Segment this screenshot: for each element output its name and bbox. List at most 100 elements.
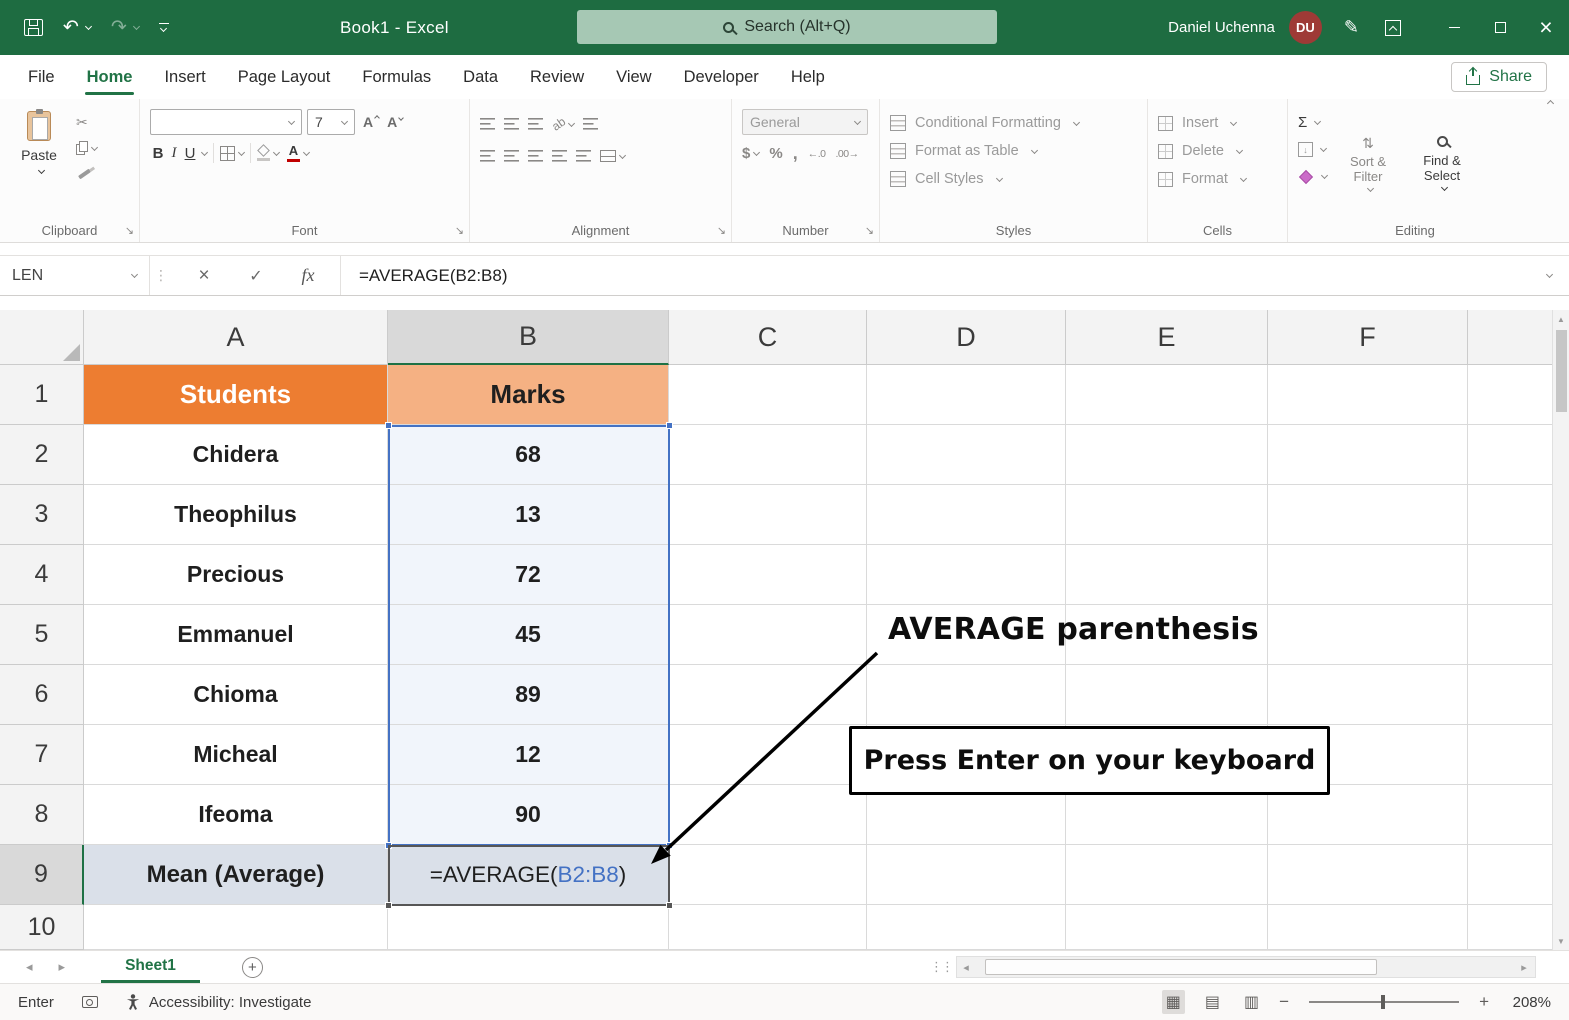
cell-d5[interactable] bbox=[867, 605, 1066, 665]
cell-g5[interactable] bbox=[1468, 605, 1552, 665]
cell-g7[interactable] bbox=[1468, 725, 1552, 785]
cell-b1-marks-header[interactable]: Marks bbox=[388, 365, 669, 425]
vertical-scroll-thumb[interactable] bbox=[1556, 330, 1567, 412]
cell-f5[interactable] bbox=[1268, 605, 1468, 665]
zoom-in-button[interactable]: + bbox=[1479, 992, 1489, 1012]
cell-e9[interactable] bbox=[1066, 845, 1268, 905]
wrap-text-button[interactable] bbox=[583, 111, 598, 137]
italic-button[interactable]: I bbox=[166, 145, 182, 162]
align-center-button[interactable] bbox=[504, 143, 519, 169]
scroll-left-icon[interactable]: ◂ bbox=[957, 961, 975, 974]
accessibility-checker[interactable]: Accessibility: Investigate bbox=[126, 994, 312, 1011]
cell-d10[interactable] bbox=[867, 905, 1066, 950]
cell-b3[interactable]: 13 bbox=[388, 485, 669, 545]
tab-page-layout[interactable]: Page Layout bbox=[222, 55, 347, 99]
col-header-c[interactable]: C bbox=[669, 310, 867, 365]
cell-c3[interactable] bbox=[669, 485, 867, 545]
col-header-f[interactable]: F bbox=[1268, 310, 1468, 365]
col-header-partial[interactable] bbox=[1468, 310, 1552, 365]
underline-button[interactable]: U bbox=[182, 145, 198, 162]
cell-d7[interactable] bbox=[867, 725, 1066, 785]
maximize-button[interactable] bbox=[1477, 0, 1523, 55]
increase-decimal-button[interactable]: ←.0 bbox=[808, 148, 826, 160]
zoom-slider[interactable] bbox=[1309, 1001, 1459, 1003]
autosum-button[interactable]: Σ bbox=[1298, 109, 1327, 136]
tab-developer[interactable]: Developer bbox=[668, 55, 775, 99]
row-header-5[interactable]: 5 bbox=[0, 605, 84, 665]
font-name-select[interactable] bbox=[150, 109, 302, 135]
format-cells-button[interactable]: Format bbox=[1158, 165, 1277, 193]
cell-e4[interactable] bbox=[1066, 545, 1268, 605]
cell-a6[interactable]: Chioma bbox=[84, 665, 388, 725]
cell-e6[interactable] bbox=[1066, 665, 1268, 725]
zoom-out-button[interactable]: − bbox=[1279, 992, 1289, 1012]
font-color-button[interactable]: A bbox=[287, 145, 300, 162]
cell-c5[interactable] bbox=[669, 605, 867, 665]
cell-c8[interactable] bbox=[669, 785, 867, 845]
insert-cells-button[interactable]: Insert bbox=[1158, 109, 1277, 137]
enter-entry-button[interactable]: ✓ bbox=[230, 266, 282, 286]
scroll-down-icon[interactable]: ▼ bbox=[1553, 932, 1569, 950]
cell-b4[interactable]: 72 bbox=[388, 545, 669, 605]
undo-button[interactable]: ↶ bbox=[63, 18, 91, 37]
cell-a2[interactable]: Chidera bbox=[84, 425, 388, 485]
sheet-tab-sheet1[interactable]: Sheet1 bbox=[101, 951, 200, 983]
record-macro-icon[interactable] bbox=[82, 996, 98, 1008]
cell-f2[interactable] bbox=[1268, 425, 1468, 485]
cell-c1[interactable] bbox=[669, 365, 867, 425]
zoom-level[interactable]: 208% bbox=[1505, 994, 1551, 1011]
cell-c9[interactable] bbox=[669, 845, 867, 905]
format-as-table-button[interactable]: Format as Table bbox=[890, 137, 1137, 165]
inking-icon[interactable]: ✎ bbox=[1344, 17, 1359, 38]
row-header-6[interactable]: 6 bbox=[0, 665, 84, 725]
row-header-9[interactable]: 9 bbox=[0, 845, 84, 905]
cell-d2[interactable] bbox=[867, 425, 1066, 485]
cell-a3[interactable]: Theophilus bbox=[84, 485, 388, 545]
cell-f8[interactable] bbox=[1268, 785, 1468, 845]
cell-b7[interactable]: 12 bbox=[388, 725, 669, 785]
decrease-decimal-button[interactable]: .00→ bbox=[835, 148, 858, 160]
normal-view-icon[interactable]: ▦ bbox=[1162, 990, 1185, 1014]
orientation-button[interactable]: ab bbox=[552, 111, 574, 137]
cell-b10[interactable] bbox=[388, 905, 669, 950]
col-header-d[interactable]: D bbox=[867, 310, 1066, 365]
dialog-launcher-icon[interactable]: ↘ bbox=[865, 226, 874, 237]
cell-e10[interactable] bbox=[1066, 905, 1268, 950]
expand-formula-bar-button[interactable] bbox=[1525, 256, 1569, 295]
cell-f9[interactable] bbox=[1268, 845, 1468, 905]
cell-g6[interactable] bbox=[1468, 665, 1552, 725]
tab-file[interactable]: File bbox=[12, 55, 71, 99]
cell-b6[interactable]: 89 bbox=[388, 665, 669, 725]
cell-a8[interactable]: Ifeoma bbox=[84, 785, 388, 845]
fill-button[interactable]: ↓ bbox=[1298, 136, 1327, 163]
horizontal-scroll-thumb[interactable] bbox=[985, 959, 1377, 975]
cell-g9[interactable] bbox=[1468, 845, 1552, 905]
cell-g8[interactable] bbox=[1468, 785, 1552, 845]
cell-a5[interactable]: Emmanuel bbox=[84, 605, 388, 665]
prev-sheet-icon[interactable]: ◂ bbox=[26, 959, 33, 975]
cell-a1-students-header[interactable]: Students bbox=[84, 365, 388, 425]
select-all-button[interactable] bbox=[0, 310, 84, 365]
cell-e3[interactable] bbox=[1066, 485, 1268, 545]
cell-d4[interactable] bbox=[867, 545, 1066, 605]
vertical-scrollbar[interactable]: ▲ ▼ bbox=[1552, 310, 1569, 950]
new-sheet-button[interactable]: + bbox=[242, 957, 263, 978]
borders-button[interactable] bbox=[220, 146, 235, 161]
user-name[interactable]: Daniel Uchenna bbox=[1168, 19, 1275, 36]
cell-g4[interactable] bbox=[1468, 545, 1552, 605]
formula-input[interactable]: =AVERAGE(B2:B8) bbox=[341, 256, 1525, 295]
tab-insert[interactable]: Insert bbox=[148, 55, 221, 99]
row-header-10[interactable]: 10 bbox=[0, 905, 84, 950]
col-header-b[interactable]: B bbox=[388, 310, 669, 365]
cell-a4[interactable]: Precious bbox=[84, 545, 388, 605]
format-painter-button[interactable] bbox=[76, 161, 97, 187]
cell-f4[interactable] bbox=[1268, 545, 1468, 605]
row-header-4[interactable]: 4 bbox=[0, 545, 84, 605]
close-button[interactable]: × bbox=[1523, 0, 1569, 55]
tab-formulas[interactable]: Formulas bbox=[346, 55, 447, 99]
scroll-right-icon[interactable]: ▸ bbox=[1515, 961, 1533, 974]
cell-b8[interactable]: 90 bbox=[388, 785, 669, 845]
page-break-view-icon[interactable]: ▥ bbox=[1240, 990, 1263, 1014]
cell-b5[interactable]: 45 bbox=[388, 605, 669, 665]
cell-c2[interactable] bbox=[669, 425, 867, 485]
